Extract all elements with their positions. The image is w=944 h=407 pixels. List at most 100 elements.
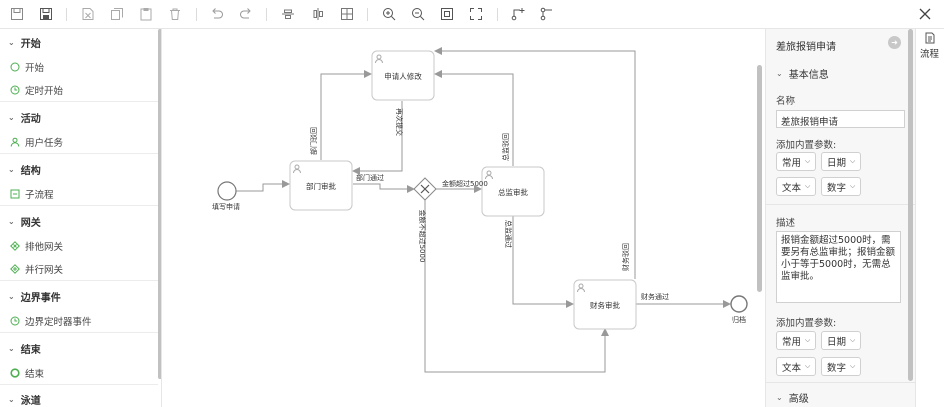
select-common[interactable]: 常用 ⌵ [776,331,817,350]
task-applicant-modify[interactable]: 申请人修改 [371,50,435,101]
copy-icon[interactable] [109,6,125,22]
delete-doc-icon[interactable] [80,6,96,22]
name-input[interactable]: 差旅报销申请 [776,110,905,128]
undo-icon[interactable] [209,6,225,22]
palette-item-parallel-gateway[interactable]: 并行网关 [10,262,63,276]
save-as-icon[interactable] [38,6,54,22]
select-common[interactable]: 常用 ⌵ [776,152,817,171]
flow-label: 再次提交 [395,108,404,136]
canvas-scrollbar[interactable] [757,65,762,292]
trash-icon[interactable] [167,6,183,22]
side-tab-process[interactable]: 流程 [915,29,944,407]
toolbar-separator [66,8,67,21]
start-event[interactable] [217,181,237,201]
select-value: 常用 [782,157,802,169]
toolbar-separator [497,8,498,21]
divider [766,382,915,383]
palette-item-user-task[interactable]: 用户任务 [10,135,63,149]
divider [766,204,915,205]
chevron-down-icon: ⌄ [776,69,783,78]
actual-size-icon[interactable] [468,6,484,22]
flow-label: 部门通过 [356,173,384,182]
flow-icon[interactable] [539,6,555,22]
task-label: 部门审批 [306,181,336,191]
palette-group-lane[interactable]: ⌄ 泳道 [8,392,41,407]
element-palette: ⌄ 开始 开始 定时开始 ⌄ 活动 用户任务 ⌄ 结构 子流程 ⌄ 网关 排他网关 并行… [0,29,162,407]
task-label: 申请人修改 [384,71,422,81]
zoom-out-icon[interactable] [410,6,426,22]
group-title: 结构 [20,166,41,177]
section-basic-info[interactable]: ⌄ 基本信息 [776,66,829,81]
align-top-icon[interactable] [280,6,296,22]
select-value: 数字 [827,182,847,194]
flow-finance-reject[interactable] [434,47,636,279]
divider [0,280,158,281]
select-date[interactable]: 日期 ⌵ [821,152,862,171]
end-event[interactable] [730,295,748,313]
distribute-icon[interactable] [339,6,355,22]
task-finance-approval[interactable]: 财务审批 [573,279,637,330]
chevron-down-icon: ⌄ [776,393,783,402]
toolbar-separator [266,8,267,21]
palette-group-end[interactable]: ⌄ 结束 [8,341,41,356]
divider [0,332,158,333]
task-label: 总监审批 [498,187,528,197]
flow-director-pass[interactable] [512,216,574,308]
user-icon [10,137,20,147]
add-node-icon[interactable] [510,6,526,22]
zoom-in-icon[interactable] [381,6,397,22]
chevron-down-icon: ⌄ [8,395,15,404]
description-textarea[interactable]: 报销金额超过5000时，需要另有总监审批；报销金额小于等于5000时，无需总监审… [776,231,901,303]
close-icon[interactable] [918,7,932,21]
panel-scrollbar[interactable] [908,29,913,381]
palette-group-boundary[interactable]: ⌄ 边界事件 [8,289,61,304]
palette-item-end-event[interactable]: 结束 [10,366,44,380]
diagram-canvas[interactable]: 填写申请 归档 申请人修改 部门审批 总监审批 财务审批 部门驳回 再次提交 部… [165,29,762,407]
save-icon[interactable] [9,6,25,22]
select-number[interactable]: 数字 ⌵ [821,357,862,376]
select-text[interactable]: 文本 ⌵ [776,357,817,376]
arrow-right-icon[interactable]: ➜ [888,36,901,49]
flow-label: 部门驳回 [309,127,318,155]
palette-group-start[interactable]: ⌄ 开始 [8,35,41,50]
flow-dept-reject[interactable] [320,70,372,160]
palette-item-exclusive-gateway[interactable]: 排他网关 [10,239,63,253]
chevron-down-icon: ⌄ [8,113,15,122]
chevron-down-icon: ⌵ [805,182,811,190]
select-text[interactable]: 文本 ⌵ [776,177,817,196]
flow-start-to-dept[interactable] [236,180,290,192]
divider [0,101,158,102]
builtin-params-label: 添加内置参数: [776,318,837,329]
diamond-plus-icon [10,264,20,274]
fit-icon[interactable] [439,6,455,22]
select-value: 日期 [827,157,847,169]
task-director-approval[interactable]: 总监审批 [481,166,545,217]
chevron-down-icon: ⌄ [8,217,15,226]
description-label: 描述 [776,218,796,229]
select-date[interactable]: 日期 ⌵ [821,331,862,350]
flow-resubmit[interactable] [352,101,403,175]
palette-item-timer-start[interactable]: 定时开始 [10,83,63,97]
palette-group-activity[interactable]: ⌄ 活动 [8,110,41,125]
align-middle-icon[interactable] [310,6,326,22]
section-title: 高级 [788,394,809,405]
flow-dept-pass[interactable] [353,183,415,193]
task-dept-approval[interactable]: 部门审批 [289,160,353,211]
redo-icon[interactable] [238,6,254,22]
select-number[interactable]: 数字 ⌵ [821,177,862,196]
section-advanced[interactable]: ⌄ 高级 [776,390,809,405]
exclusive-gateway[interactable] [413,177,437,201]
paste-icon[interactable] [138,6,154,22]
diamond-icon [10,241,20,251]
flow-label: 财务通过 [641,292,669,301]
select-value: 文本 [782,182,802,194]
palette-item-start-event[interactable]: 开始 [10,60,44,74]
palette-group-structure[interactable]: ⌄ 结构 [8,162,41,177]
palette-item-subprocess[interactable]: 子流程 [10,187,54,201]
clock-icon [10,85,20,95]
flow-label: 总监通过 [504,220,513,248]
palette-item-boundary-timer[interactable]: 边界定时器事件 [10,314,92,328]
subprocess-icon [10,189,20,199]
palette-scrollbar[interactable] [158,29,161,379]
palette-group-gateway[interactable]: ⌄ 网关 [8,214,41,229]
